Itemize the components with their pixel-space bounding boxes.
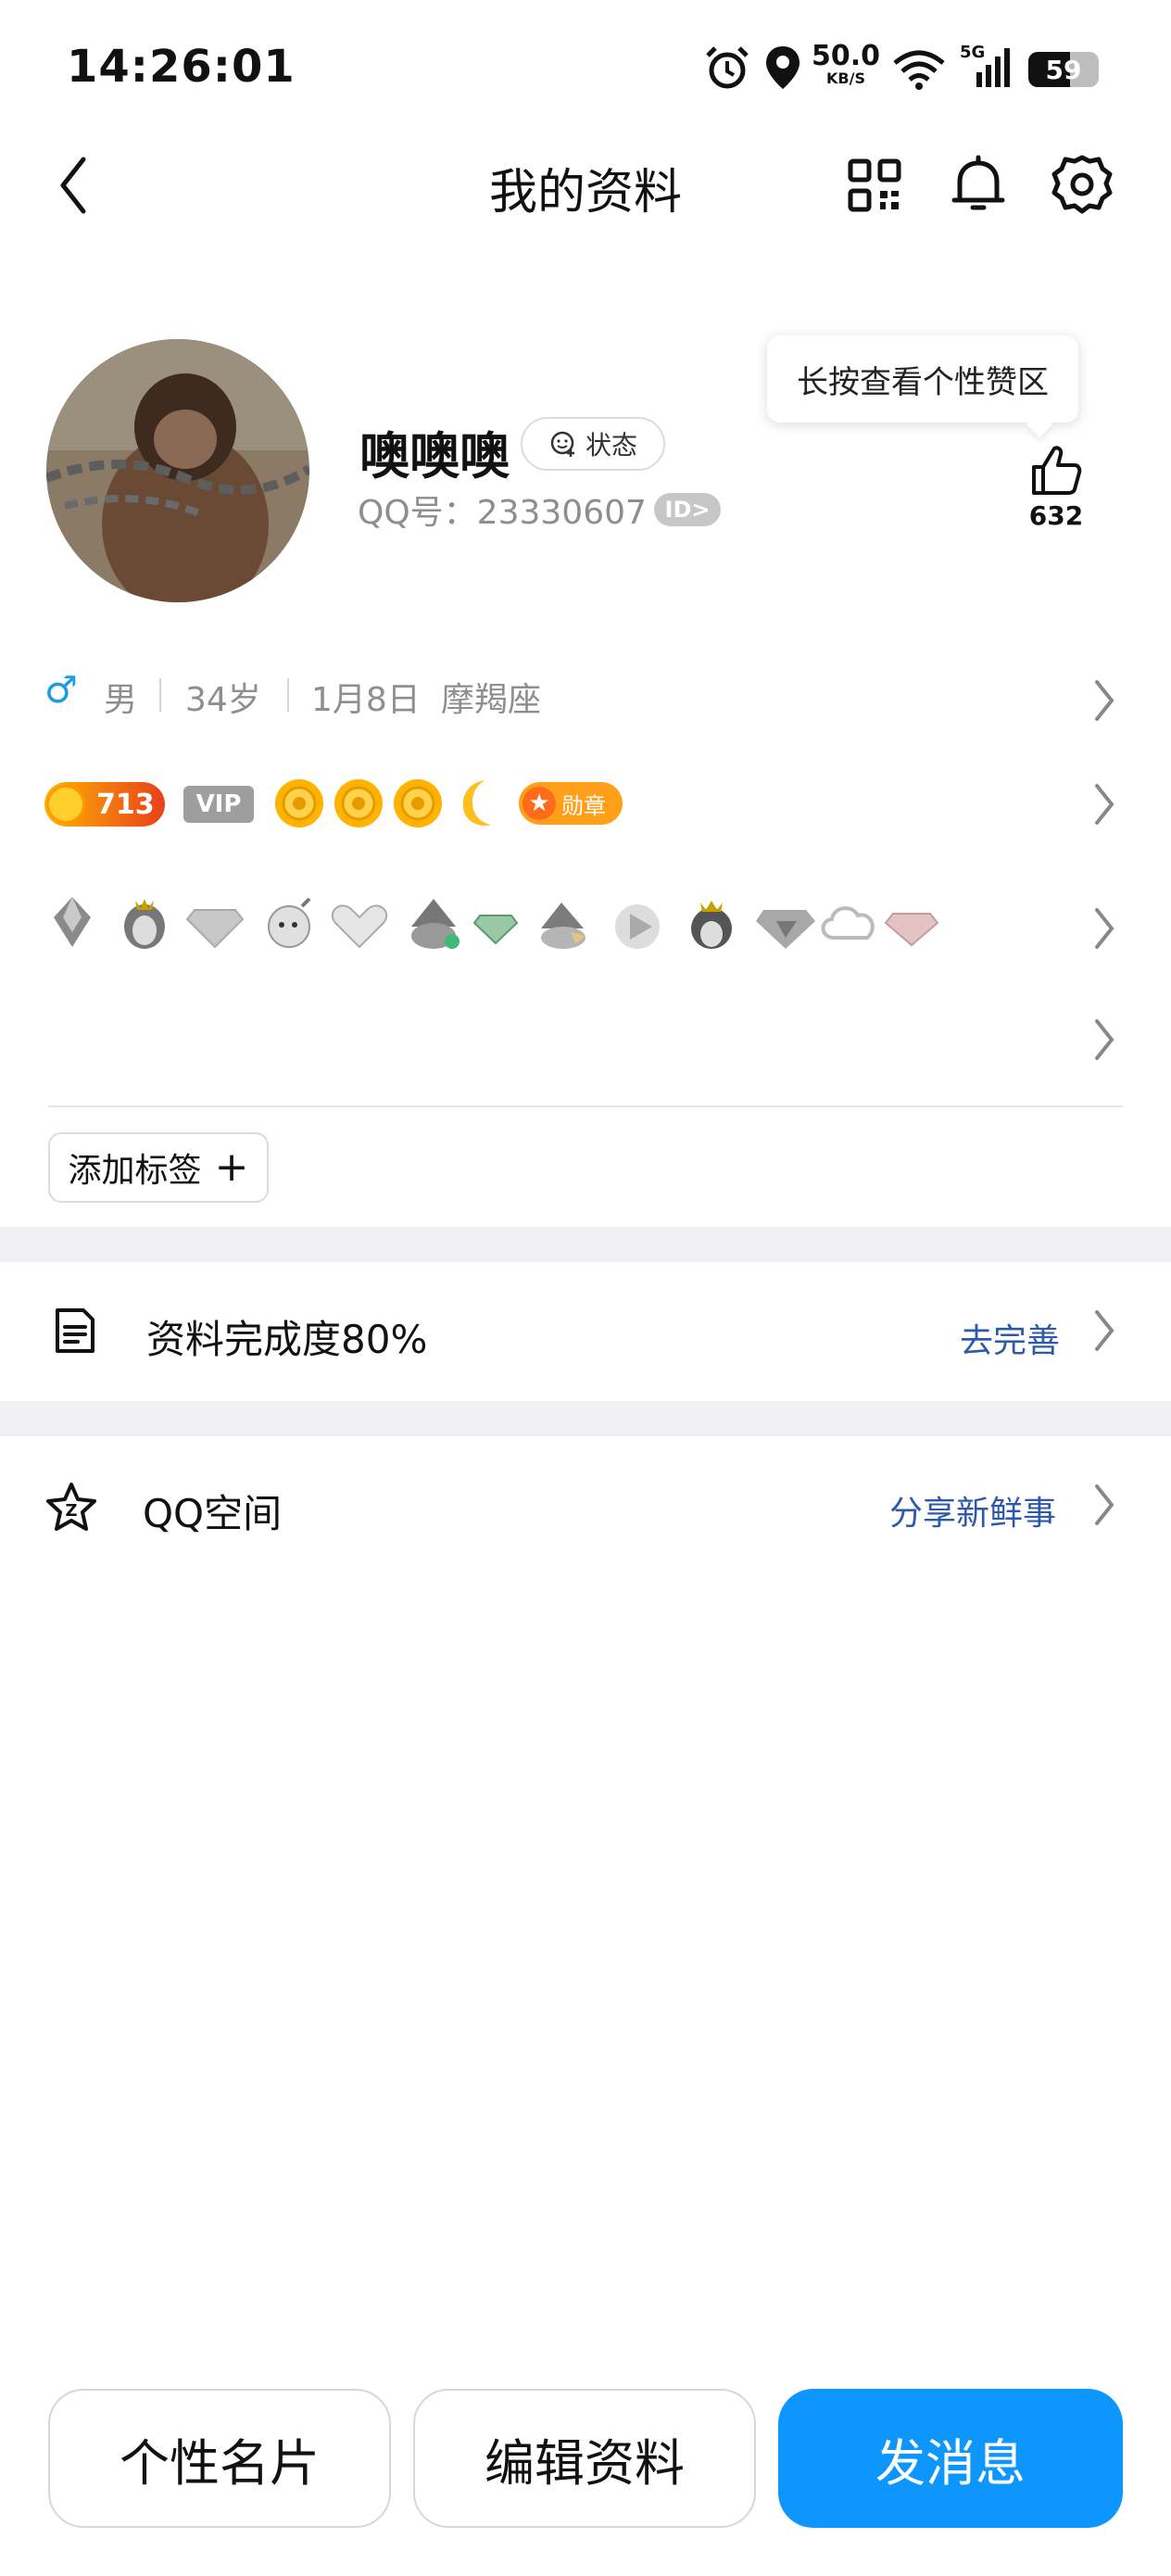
like-tooltip: 长按查看个性赞区 <box>767 335 1078 423</box>
penguin-crown-icon <box>124 899 165 949</box>
status-button[interactable]: 状态 <box>521 417 665 471</box>
bomb-face-icon <box>268 897 311 948</box>
add-tag-button[interactable]: 添加标签 + <box>48 1132 269 1203</box>
penguin-king-icon <box>691 901 732 949</box>
penguin-cap-icon <box>541 903 586 949</box>
cloud-icon <box>821 906 875 940</box>
improve-link[interactable]: 去完善 <box>960 1314 1060 1362</box>
section-separator <box>0 1227 1171 1262</box>
bell-icon[interactable] <box>941 148 1015 222</box>
birthday-text: 1月8日 <box>311 681 421 719</box>
battery-icon: 59 <box>1028 52 1099 87</box>
status-time: 14:26:01 <box>67 41 296 93</box>
achievement-icons[interactable] <box>44 890 971 954</box>
play-icon <box>615 904 660 949</box>
avatar-image <box>46 339 309 602</box>
penguin-diamond-icon <box>54 897 91 947</box>
share-news-link[interactable]: 分享新鲜事 <box>889 1486 1056 1534</box>
completeness-label: 资料完成度80% <box>146 1317 428 1362</box>
diamond-icon <box>185 909 245 949</box>
medal-label: 勋章 <box>561 792 606 819</box>
info-divider <box>287 678 289 712</box>
sun-coin-icon <box>46 785 85 824</box>
like-count: 632 <box>1028 500 1084 531</box>
sun-level-icon <box>334 779 383 827</box>
wifi-icon <box>893 50 945 90</box>
qq-number: QQ号：23330607 <box>358 494 647 532</box>
qr-code-icon[interactable] <box>837 148 912 222</box>
network-speed: 50.0 KB/S <box>812 40 881 87</box>
chevron-right-icon[interactable] <box>1086 673 1123 728</box>
pink-diamond-icon <box>884 913 939 947</box>
sun-level-icon <box>275 779 323 827</box>
section-separator <box>0 1401 1171 1436</box>
send-message-button[interactable]: 发消息 <box>778 2389 1123 2528</box>
chevron-right-icon[interactable] <box>1086 1012 1123 1067</box>
qzone-star-icon: Z <box>46 1483 96 1531</box>
penguin-hat-icon <box>411 899 460 949</box>
star-medal-icon: ★ <box>523 787 556 820</box>
alarm-icon <box>706 46 749 89</box>
nickname: 噢噢噢 <box>359 427 510 486</box>
level-badge[interactable]: 713 <box>44 782 165 827</box>
chevron-right-icon[interactable] <box>1086 901 1123 956</box>
plus-icon: + <box>214 1143 249 1191</box>
chevron-right-icon[interactable] <box>1086 777 1123 832</box>
moon-level-icon <box>462 780 491 827</box>
info-divider <box>159 678 161 712</box>
id-badge[interactable]: ID> <box>654 493 721 526</box>
gear-icon[interactable] <box>1045 148 1119 222</box>
gender-icon: ♂ <box>44 669 78 712</box>
divider <box>48 1105 1123 1107</box>
status-label: 状态 <box>585 430 637 461</box>
heart-icon <box>331 904 388 949</box>
gender-text: 男 <box>104 681 138 719</box>
zodiac-text: 摩羯座 <box>441 681 542 719</box>
status-smile-icon <box>550 431 574 457</box>
chevron-right-icon[interactable] <box>1086 1477 1123 1533</box>
green-diamond-icon <box>472 915 519 945</box>
chevron-right-icon[interactable] <box>1086 1303 1123 1358</box>
edit-profile-button[interactable]: 编辑资料 <box>413 2389 756 2528</box>
personal-card-button[interactable]: 个性名片 <box>48 2389 391 2528</box>
gem-icon <box>756 910 815 949</box>
sun-level-icon <box>394 779 442 827</box>
qzone-label: QQ空间 <box>143 1491 283 1536</box>
signal-icon <box>976 48 1010 87</box>
medal-badge[interactable]: ★ 勋章 <box>519 782 623 825</box>
svg-text:Z: Z <box>65 1501 77 1521</box>
level-number: 713 <box>96 788 155 821</box>
thumbs-up-icon[interactable] <box>1026 441 1086 500</box>
location-icon <box>766 46 800 89</box>
age-text: 34岁 <box>185 681 261 719</box>
avatar[interactable] <box>46 339 309 602</box>
add-tag-label: 添加标签 <box>68 1152 202 1190</box>
document-icon <box>56 1308 94 1353</box>
vip-badge[interactable]: VIP <box>183 786 254 823</box>
